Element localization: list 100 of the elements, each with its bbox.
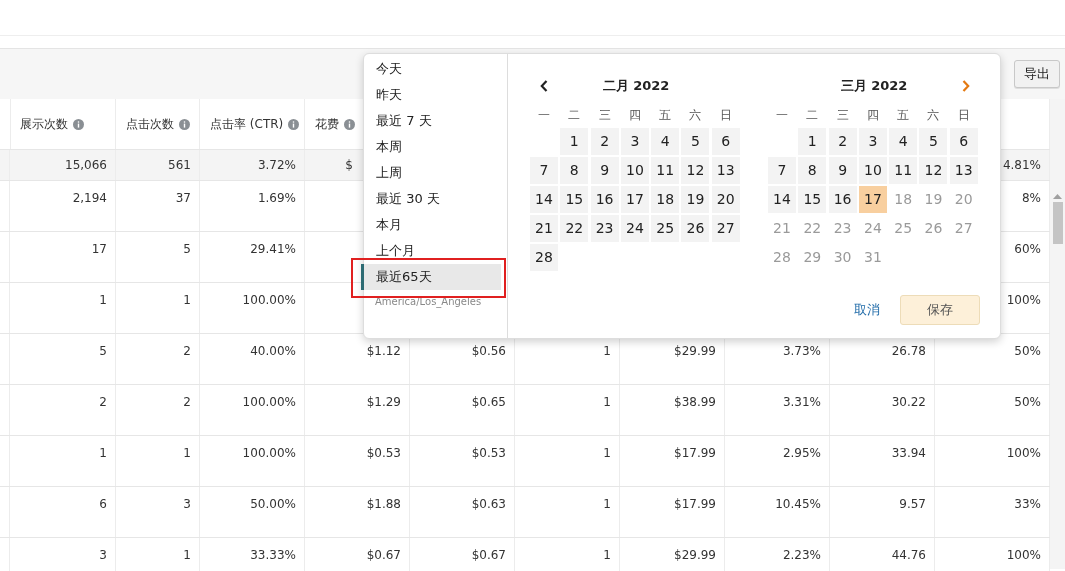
calendar-day[interactable]: 2 bbox=[828, 128, 857, 155]
next-month-icon[interactable] bbox=[962, 80, 970, 92]
table-cell-text: $0.65 bbox=[471, 395, 506, 411]
save-button[interactable]: 保存 bbox=[900, 295, 980, 325]
calendar-day[interactable]: 2 bbox=[590, 128, 619, 155]
calendar-day[interactable]: 4 bbox=[651, 128, 680, 155]
column-header[interactable]: 点击率 (CTR) bbox=[210, 115, 284, 133]
table-cell-text: $0.53 bbox=[471, 446, 506, 462]
calendar-day[interactable]: 6 bbox=[949, 128, 978, 155]
cancel-link[interactable]: 取消 bbox=[854, 301, 880, 319]
column-header[interactable]: 花费 bbox=[315, 115, 339, 133]
export-button[interactable]: 导出 bbox=[1014, 60, 1060, 88]
scrollbar[interactable] bbox=[1050, 99, 1065, 569]
table-cell-text: 37 bbox=[175, 191, 191, 207]
month-title: 二月 2022 bbox=[602, 77, 670, 95]
table-cell-text: 6 bbox=[99, 497, 107, 513]
calendar-day[interactable]: 3 bbox=[858, 128, 887, 155]
calendar-day[interactable]: 5 bbox=[681, 128, 710, 155]
calendar-day[interactable]: 10 bbox=[858, 157, 887, 184]
table-cell-text: 1 bbox=[603, 548, 611, 564]
calendar-day[interactable]: 17 bbox=[858, 186, 887, 213]
calendar-day[interactable]: 20 bbox=[711, 186, 740, 213]
calendar-day[interactable]: 15 bbox=[560, 186, 589, 213]
calendar-day[interactable]: 11 bbox=[889, 157, 918, 184]
calendar-day[interactable]: 9 bbox=[590, 157, 619, 184]
preset-option[interactable]: 最近 30 天 bbox=[361, 186, 507, 212]
scroll-up-icon[interactable] bbox=[1053, 194, 1062, 199]
table-cell-text: 3.73% bbox=[782, 344, 821, 360]
calendar-day[interactable]: 12 bbox=[681, 157, 710, 184]
preset-option[interactable]: 昨天 bbox=[361, 82, 507, 108]
table-cell-text: 100% bbox=[1006, 293, 1041, 309]
calendar-day[interactable]: 7 bbox=[530, 157, 558, 184]
calendar-day[interactable]: 17 bbox=[620, 186, 649, 213]
calendar-day[interactable]: 24 bbox=[620, 215, 649, 242]
table-cell-text: $0.56 bbox=[471, 344, 506, 360]
column-header[interactable]: 点击次数 bbox=[126, 115, 174, 133]
calendar-day[interactable]: 1 bbox=[798, 128, 827, 155]
preset-option[interactable]: 上个月 bbox=[361, 238, 507, 264]
calendar-day[interactable]: 12 bbox=[919, 157, 948, 184]
calendar-day[interactable]: 3 bbox=[620, 128, 649, 155]
calendar-day[interactable]: 16 bbox=[828, 186, 857, 213]
table-cell-text: 10.45% bbox=[775, 497, 821, 513]
table-cell-text: 44.76 bbox=[891, 548, 926, 564]
calendar-day[interactable]: 26 bbox=[681, 215, 710, 242]
calendar-day[interactable]: 10 bbox=[620, 157, 649, 184]
scroll-thumb[interactable] bbox=[1052, 202, 1063, 244]
table-cell-text: 2,194 bbox=[72, 191, 107, 207]
table-cell-text: $0.53 bbox=[366, 446, 401, 462]
calendar-day[interactable]: 7 bbox=[768, 157, 796, 184]
calendar-day[interactable]: 13 bbox=[949, 157, 978, 184]
preset-option[interactable]: 最近 7 天 bbox=[361, 108, 507, 134]
calendar-day[interactable]: 13 bbox=[711, 157, 740, 184]
weekday-label: 日 bbox=[718, 107, 733, 124]
preset-option[interactable]: 最近65天 bbox=[361, 264, 501, 290]
weekday-label: 四 bbox=[865, 107, 880, 124]
calendar-day[interactable]: 8 bbox=[560, 157, 589, 184]
calendar-day[interactable]: 27 bbox=[711, 215, 740, 242]
previous-month-icon[interactable] bbox=[540, 80, 548, 92]
calendar-day[interactable]: 1 bbox=[560, 128, 589, 155]
calendar-day[interactable]: 8 bbox=[798, 157, 827, 184]
calendar-day[interactable]: 28 bbox=[530, 244, 558, 271]
table-cell-text: 50% bbox=[1014, 395, 1041, 411]
calendar-day[interactable]: 23 bbox=[590, 215, 619, 242]
calendar-day[interactable]: 14 bbox=[768, 186, 796, 213]
calendar-day[interactable]: 11 bbox=[651, 157, 680, 184]
weekday-label: 一 bbox=[537, 107, 551, 124]
preset-option[interactable]: 今天 bbox=[361, 56, 507, 82]
table-cell-text: 1 bbox=[99, 293, 107, 309]
table-cell-text: 100.00% bbox=[242, 293, 296, 309]
month-title: 三月 2022 bbox=[840, 77, 908, 95]
calendar-day[interactable]: 5 bbox=[919, 128, 948, 155]
weekday-label: 三 bbox=[835, 107, 850, 124]
table-cell-text: 2 bbox=[183, 344, 191, 360]
calendar-day[interactable]: 15 bbox=[798, 186, 827, 213]
preset-option[interactable]: 本月 bbox=[361, 212, 507, 238]
calendar-day[interactable]: 21 bbox=[530, 215, 558, 242]
weekday-label: 六 bbox=[688, 107, 703, 124]
calendar-day[interactable]: 22 bbox=[560, 215, 589, 242]
total-cell: $ bbox=[345, 158, 353, 172]
calendar-day[interactable]: 16 bbox=[590, 186, 619, 213]
info-icon bbox=[179, 118, 190, 130]
table-cell-text: 1 bbox=[183, 446, 191, 462]
table-cell-text: 40.00% bbox=[250, 344, 296, 360]
table-cell-text: 33.94 bbox=[891, 446, 926, 462]
table-cell-text: 26.78 bbox=[891, 344, 926, 360]
calendar-day[interactable]: 9 bbox=[828, 157, 857, 184]
calendar-day[interactable]: 18 bbox=[651, 186, 680, 213]
calendar-day[interactable]: 14 bbox=[530, 186, 558, 213]
preset-option[interactable]: 本周 bbox=[361, 134, 507, 160]
column-header[interactable]: 展示次数 bbox=[20, 115, 68, 133]
info-icon bbox=[344, 118, 355, 130]
calendar-day[interactable]: 25 bbox=[651, 215, 680, 242]
calendar-day[interactable]: 4 bbox=[889, 128, 918, 155]
preset-option[interactable]: 上周 bbox=[361, 160, 507, 186]
table-cell-text: 33% bbox=[1014, 497, 1041, 513]
table-cell-text: 30.22 bbox=[891, 395, 926, 411]
calendar-day[interactable]: 6 bbox=[711, 128, 740, 155]
calendar-day[interactable]: 19 bbox=[681, 186, 710, 213]
table-cell-text: 5 bbox=[183, 242, 191, 258]
weekday-label: 五 bbox=[896, 107, 911, 124]
